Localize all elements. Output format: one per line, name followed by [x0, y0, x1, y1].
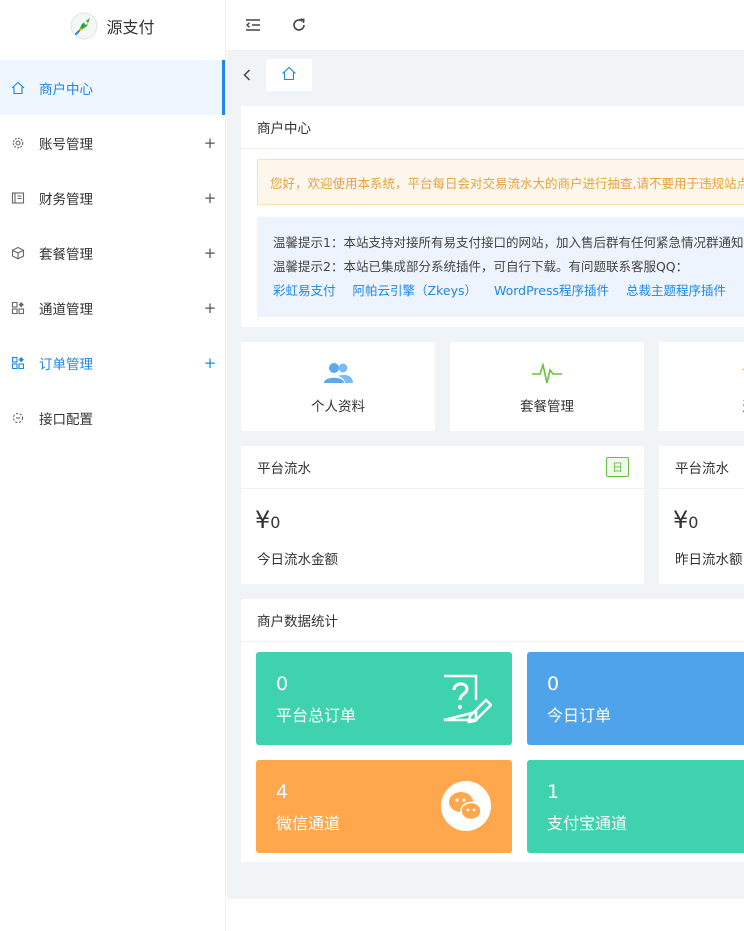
amount-caption: 今日流水金额 [257, 552, 338, 568]
tip-text: 温馨提示2：本站已集成部分系统插件，可自行下载。有问题联系客服QQ： [273, 259, 689, 274]
sidebar-item-label: 套餐管理 [39, 246, 93, 263]
cube-icon [10, 245, 26, 261]
grid-icon [10, 300, 26, 316]
expand-icon[interactable]: + [195, 354, 225, 372]
finance-icon [10, 190, 26, 206]
amount-value: 0 [270, 513, 281, 532]
plugin-link[interactable]: WordPress程序插件 [494, 283, 609, 298]
main-content: 商户中心 您好，欢迎使用本系统，平台每日会对交易流水大的商户进行抽查,请不要用于… [227, 51, 744, 899]
sidebar-item-label: 订单管理 [39, 356, 93, 373]
card-title: 平台流水 [675, 461, 729, 477]
card-title: 商户数据统计 [241, 599, 744, 642]
plugin-link[interactable]: 总裁主题程序插件 [626, 283, 726, 298]
tabs-bar [227, 51, 744, 99]
wechat-icon [440, 780, 492, 832]
quick-link-package[interactable]: 套餐管理 [450, 342, 644, 431]
plugin-link[interactable]: 彩虹易支付 [273, 283, 336, 298]
stat-label: 今日订单 [547, 706, 612, 725]
sidebar-item-channel[interactable]: 通道管理 + [0, 280, 225, 335]
chevron-left-icon[interactable] [239, 65, 255, 85]
gear-icon [10, 135, 26, 151]
brand-name: 源支付 [106, 18, 155, 37]
expand-icon[interactable]: + [195, 244, 225, 262]
tips-panel: 温馨提示1：本站支持对接所有易支付接口的网站，加入售后群有任何紧急情况群通知： … [257, 217, 744, 317]
home-icon [10, 80, 26, 96]
stat-tile-alipay-channel[interactable]: 1 支付宝通道 [527, 760, 744, 853]
merchant-center-card: 商户中心 您好，欢迎使用本系统，平台每日会对交易流水大的商户进行抽查,请不要用于… [241, 106, 744, 327]
plugin-links: 彩虹易支付 阿帕云引擎（Zkeys） WordPress程序插件 总裁主题程序插件 [273, 279, 744, 303]
api-icon [10, 410, 26, 426]
stat-tile-total-orders[interactable]: 0 平台总订单 [256, 652, 512, 745]
sidebar-item-merchant-center[interactable]: 商户中心 [0, 60, 225, 115]
top-bar [227, 0, 744, 51]
amount: ¥0 [255, 506, 280, 534]
quick-link-channel[interactable]: 通道 [659, 342, 744, 431]
currency-symbol: ¥ [673, 506, 689, 534]
card-header: 平台流水 日 [241, 446, 644, 489]
footer [227, 899, 744, 931]
home-icon [281, 66, 297, 85]
quick-link-label: 个人资料 [311, 398, 365, 415]
question-doc-icon [440, 672, 492, 724]
amount-caption: 昨日流水额 [675, 552, 743, 568]
card-title: 平台流水 [257, 461, 311, 477]
sidebar-item-order[interactable]: 订单管理 + [0, 335, 225, 390]
sidebar-item-label: 商户中心 [39, 81, 93, 98]
menu-collapse-icon[interactable] [241, 13, 265, 37]
sidebar-item-label: 通道管理 [39, 301, 93, 318]
plugin-link[interactable]: 阿帕云引擎（Zkeys） [353, 283, 477, 298]
flow-card-yesterday: 平台流水 ¥0 昨日流水额 [659, 446, 744, 584]
stat-tile-wechat-channel[interactable]: 4 微信通道 [256, 760, 512, 853]
period-badge: 日 [606, 457, 629, 477]
expand-icon[interactable]: + [195, 299, 225, 317]
expand-icon[interactable]: + [195, 134, 225, 152]
pulse-icon [531, 359, 563, 387]
amount: ¥0 [673, 506, 698, 534]
tip-text: 温馨提示1：本站支持对接所有易支付接口的网站，加入售后群有任何紧急情况群通知： [273, 235, 744, 250]
merchant-stats-card: 商户数据统计 0 平台总订单 0 今日订单 4 微信通道 1 支付宝通道 [241, 599, 744, 862]
brand[interactable]: 源支付 [0, 0, 225, 52]
stat-label: 支付宝通道 [547, 814, 628, 833]
users-icon [322, 359, 354, 387]
currency-symbol: ¥ [255, 506, 271, 534]
stat-value: 1 [547, 781, 560, 803]
warning-notice: 您好，欢迎使用本系统，平台每日会对交易流水大的商户进行抽查,请不要用于违规站点!… [257, 159, 744, 205]
amount-value: 0 [688, 513, 699, 532]
sidebar-item-finance[interactable]: 财务管理 + [0, 170, 225, 225]
refresh-icon[interactable] [287, 13, 311, 37]
quick-link-label: 套餐管理 [520, 398, 574, 415]
flow-card-today: 平台流水 日 ¥0 今日流水金额 [241, 446, 644, 584]
stat-tile-today-orders[interactable]: 0 今日订单 [527, 652, 744, 745]
sidebar-menu: 商户中心 账号管理 + 财务管理 + 套餐管理 + 通道管理 + 订单管理 + … [0, 60, 225, 445]
stat-value: 0 [547, 673, 560, 695]
sidebar-item-label: 接口配置 [39, 411, 93, 428]
sidebar-item-label: 财务管理 [39, 191, 93, 208]
sidebar: 源支付 商户中心 账号管理 + 财务管理 + 套餐管理 + 通道管理 + 订单管… [0, 0, 226, 931]
card-title: 商户中心 [241, 106, 744, 149]
sidebar-item-api-config[interactable]: 接口配置 [0, 390, 225, 445]
quick-link-profile[interactable]: 个人资料 [241, 342, 435, 431]
tab-home[interactable] [266, 59, 312, 91]
expand-icon[interactable]: + [195, 189, 225, 207]
sidebar-item-account[interactable]: 账号管理 + [0, 115, 225, 170]
rocket-logo-icon [70, 12, 99, 40]
sidebar-item-package[interactable]: 套餐管理 + [0, 225, 225, 280]
card-header: 平台流水 [659, 446, 744, 489]
sidebar-item-label: 账号管理 [39, 136, 93, 153]
grid-icon [10, 355, 26, 371]
